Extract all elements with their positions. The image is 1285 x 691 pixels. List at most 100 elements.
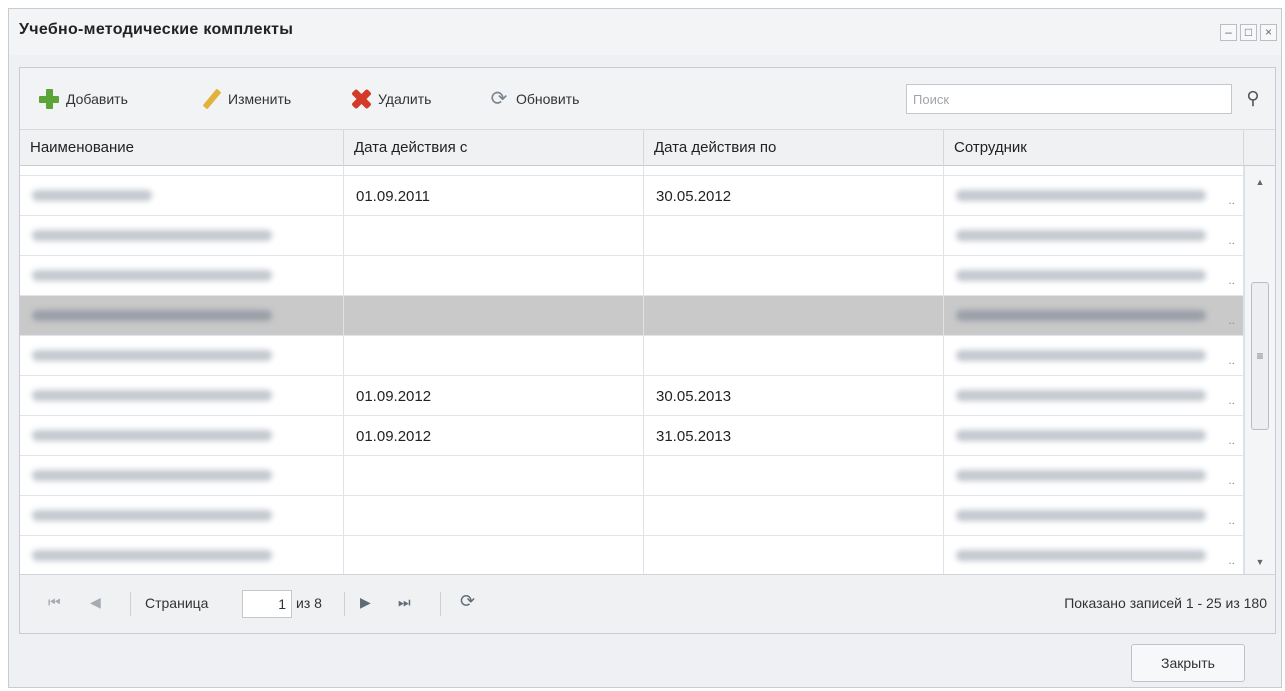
cell-employee: .. bbox=[944, 536, 1244, 575]
redacted-text bbox=[32, 470, 272, 481]
cell-name bbox=[20, 536, 344, 575]
pagination-bar: ⏮ ◀ Страница 1 из 8 ▶ ⏭ ⟳ Показано запис… bbox=[20, 574, 1275, 633]
window-controls: – □ × bbox=[1220, 24, 1277, 41]
cell-employee: .. bbox=[944, 336, 1244, 375]
cell-employee: .. bbox=[944, 456, 1244, 495]
title-bar: Учебно-методические комплекты – □ × bbox=[9, 9, 1281, 55]
cell-date-from: 01.09.2012 bbox=[344, 376, 644, 415]
cell-name bbox=[20, 456, 344, 495]
close-window-button[interactable]: × bbox=[1260, 24, 1277, 41]
redacted-text bbox=[956, 190, 1206, 201]
scroll-up-icon[interactable]: ▲ bbox=[1245, 172, 1275, 192]
redacted-text bbox=[32, 270, 272, 281]
vertical-scrollbar[interactable]: ▲ ≡ ▼ bbox=[1244, 166, 1275, 576]
cell-date-to bbox=[644, 256, 944, 295]
cell-employee: .. bbox=[944, 256, 1244, 295]
cell-date-from bbox=[344, 496, 644, 535]
redacted-text bbox=[32, 190, 152, 201]
cell-date-to: 30.05.2013 bbox=[644, 376, 944, 415]
table-row[interactable]: .. bbox=[20, 256, 1244, 296]
redacted-text bbox=[956, 470, 1206, 481]
table-row-selected[interactable]: .. bbox=[20, 296, 1244, 336]
records-status: Показано записей 1 - 25 из 180 bbox=[1064, 595, 1267, 611]
column-header-date-from[interactable]: Дата действия с bbox=[344, 130, 644, 166]
scrollbar-thumb[interactable]: ≡ bbox=[1251, 282, 1269, 430]
next-page-icon[interactable]: ▶ bbox=[360, 594, 371, 611]
search-icon[interactable]: ⚲ bbox=[1238, 84, 1268, 114]
ellipsis: .. bbox=[1228, 193, 1235, 207]
cell-date-to bbox=[644, 216, 944, 255]
redacted-text bbox=[32, 510, 272, 521]
page-count-label: из 8 bbox=[296, 595, 322, 611]
separator bbox=[440, 592, 441, 616]
pager-refresh-icon[interactable]: ⟳ bbox=[460, 591, 475, 612]
cell-name bbox=[20, 376, 344, 415]
cell-name bbox=[20, 336, 344, 375]
table-row[interactable]: .. bbox=[20, 216, 1244, 256]
cell-date-from bbox=[344, 216, 644, 255]
edit-button-label: Изменить bbox=[228, 91, 292, 107]
redacted-text bbox=[32, 390, 272, 401]
edit-button[interactable]: Изменить bbox=[200, 87, 291, 111]
add-button-label: Добавить bbox=[66, 91, 128, 107]
table-row[interactable]: 01.09.2012 30.05.2013 .. bbox=[20, 376, 1244, 416]
cell-date-from bbox=[344, 536, 644, 575]
redacted-text bbox=[956, 390, 1206, 401]
refresh-button[interactable]: ⟳ Обновить bbox=[488, 87, 580, 111]
redacted-text bbox=[32, 550, 272, 561]
cell-date-from: 01.09.2012 bbox=[344, 416, 644, 455]
grid-header: Наименование Дата действия с Дата действ… bbox=[20, 130, 1275, 166]
first-page-icon[interactable]: ⏮ bbox=[48, 594, 61, 611]
ellipsis: .. bbox=[1228, 393, 1235, 407]
cell-name bbox=[20, 256, 344, 295]
scroll-down-icon[interactable]: ▼ bbox=[1245, 552, 1275, 572]
separator bbox=[130, 592, 131, 616]
cell-employee: .. bbox=[944, 496, 1244, 535]
last-page-icon[interactable]: ⏭ bbox=[398, 594, 411, 611]
redacted-text bbox=[956, 430, 1206, 441]
ellipsis: .. bbox=[1228, 433, 1235, 447]
column-header-date-to[interactable]: Дата действия по bbox=[644, 130, 944, 166]
delete-button[interactable]: Удалить bbox=[350, 87, 431, 111]
table-row[interactable]: .. bbox=[20, 456, 1244, 496]
pencil-icon bbox=[200, 88, 222, 110]
table-row[interactable]: .. bbox=[20, 536, 1244, 576]
prev-page-icon[interactable]: ◀ bbox=[90, 594, 101, 611]
grid-body: 01.09.2011 30.05.2012 .. .. .. .. .. 01.… bbox=[20, 166, 1244, 576]
cell-date-from bbox=[344, 456, 644, 495]
cell-date-to bbox=[644, 536, 944, 575]
cell-name bbox=[20, 416, 344, 455]
table-row[interactable]: .. bbox=[20, 336, 1244, 376]
maximize-button[interactable]: □ bbox=[1240, 24, 1257, 41]
cell-date-from bbox=[344, 296, 644, 335]
toolbar: Добавить Изменить Удалить ⟳ Обновить Пои… bbox=[20, 68, 1275, 130]
minimize-button[interactable]: – bbox=[1220, 24, 1237, 41]
cell-date-from bbox=[344, 256, 644, 295]
cell-date-to bbox=[644, 496, 944, 535]
table-row[interactable] bbox=[20, 166, 1244, 190]
cell-date-to: 30.05.2012 bbox=[644, 176, 944, 215]
page-label: Страница bbox=[145, 595, 209, 611]
cell-date-to bbox=[644, 336, 944, 375]
refresh-icon: ⟳ bbox=[490, 88, 508, 110]
cell-date-from: 01.09.2011 bbox=[344, 176, 644, 215]
cell-employee: .. bbox=[944, 296, 1244, 335]
add-button[interactable]: Добавить bbox=[38, 87, 128, 111]
close-button[interactable]: Закрыть bbox=[1131, 644, 1245, 682]
ellipsis: .. bbox=[1228, 353, 1235, 367]
delete-icon bbox=[350, 88, 372, 110]
ellipsis: .. bbox=[1228, 313, 1235, 327]
table-row[interactable]: 01.09.2011 30.05.2012 .. bbox=[20, 176, 1244, 216]
redacted-text bbox=[956, 230, 1206, 241]
search-input[interactable]: Поиск bbox=[906, 84, 1232, 114]
column-header-name[interactable]: Наименование bbox=[20, 130, 344, 166]
delete-button-label: Удалить bbox=[378, 91, 432, 107]
ellipsis: .. bbox=[1228, 473, 1235, 487]
table-row[interactable]: 01.09.2012 31.05.2013 .. bbox=[20, 416, 1244, 456]
page-number-input[interactable]: 1 bbox=[242, 590, 292, 618]
cell-name bbox=[20, 496, 344, 535]
cell-employee: .. bbox=[944, 416, 1244, 455]
grid-panel: Добавить Изменить Удалить ⟳ Обновить Пои… bbox=[19, 67, 1276, 634]
table-row[interactable]: .. bbox=[20, 496, 1244, 536]
column-header-employee[interactable]: Сотрудник bbox=[944, 130, 1244, 166]
